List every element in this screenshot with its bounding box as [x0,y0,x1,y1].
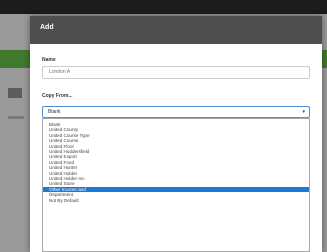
name-input[interactable]: London A [42,66,310,79]
background-app-title [8,88,22,98]
copy-from-label: Copy From... [42,93,73,99]
copy-from-options-list: Blank United County United Course Type Unit… [42,118,310,252]
copy-from-select-value: Blank [48,109,61,115]
add-dialog: Add Name London A Copy From... Blank ▾ B… [30,16,322,252]
background-app-topbar [0,0,327,14]
copy-from-option[interactable]: Not By Default [43,198,309,203]
copy-from-select[interactable]: Blank ▾ [42,106,310,118]
background-app-text [8,116,24,119]
name-label: Name [42,57,56,63]
chevron-down-icon: ▾ [302,109,305,115]
dialog-header: Add [30,16,322,44]
dialog-title: Add [40,24,54,31]
